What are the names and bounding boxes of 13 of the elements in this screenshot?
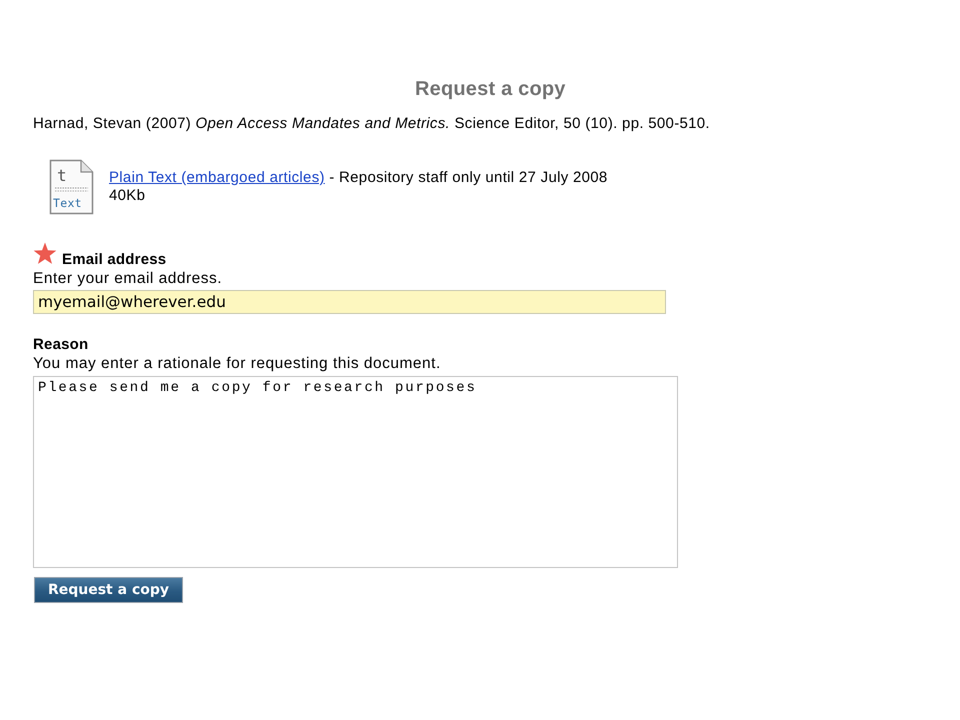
file-size: 40Kb (109, 187, 146, 205)
email-input-field[interactable]: myemail@wherever.edu (33, 290, 666, 314)
file-description: Plain Text (embargoed articles) - Repository staff only until 27 July 2008 (109, 169, 608, 187)
field-label: Reason (33, 336, 88, 354)
field-help-text: Enter your email address. (33, 269, 222, 288)
reason-text-area[interactable]: Please send me a copy for research purposes (33, 376, 678, 568)
field-label: Email address (62, 251, 166, 269)
file-link[interactable]: Plain Text (embargoed articles) (109, 169, 325, 186)
field-help-text: You may enter a rationale for requesting this document. (33, 354, 441, 373)
citation-text: Harnad, Stevan (2007) Open Access Mandates and Metrics. Science Editor, 50 (10). pp. 500-510. (33, 115, 710, 133)
text-file-icon: t Text (48, 159, 94, 215)
page-title: Request a copy (415, 78, 566, 100)
request-copy-button[interactable]: Request a copy (34, 577, 183, 603)
